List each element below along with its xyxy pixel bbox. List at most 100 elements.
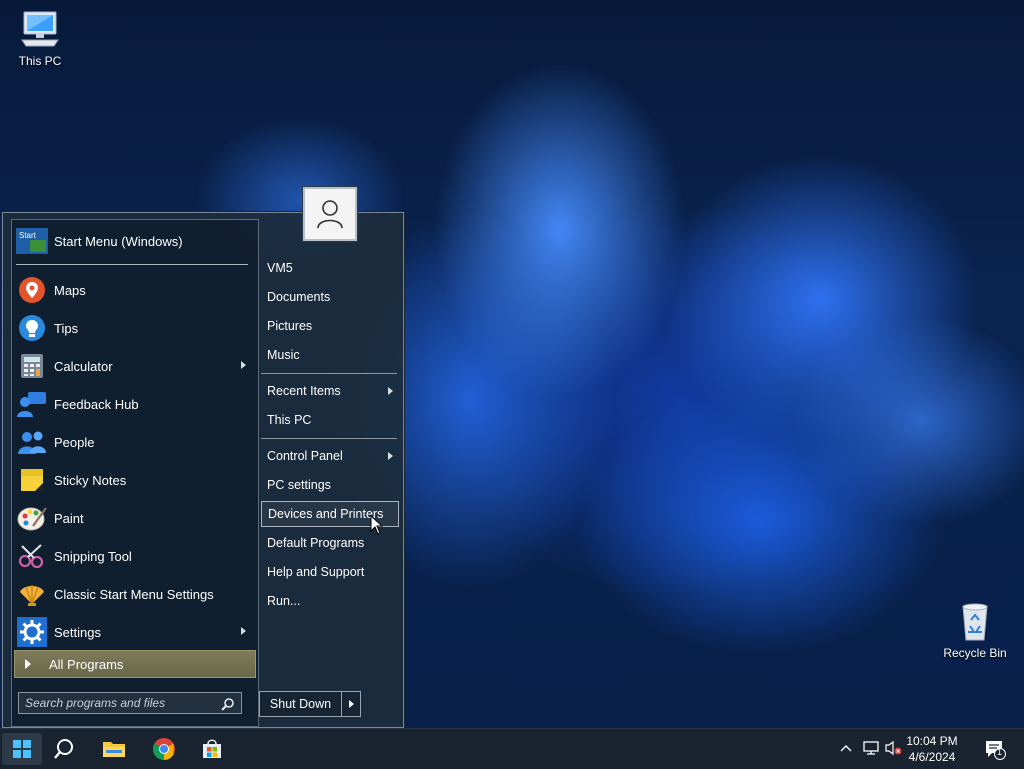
taskbar-file-explorer[interactable] — [94, 733, 134, 765]
app-item-label: Maps — [54, 282, 86, 298]
right-item-music[interactable]: Music — [261, 342, 399, 368]
recycle-bin-icon — [962, 603, 988, 641]
maps-icon — [16, 274, 48, 306]
app-item-classic-start-menu-settings[interactable]: Classic Start Menu Settings — [16, 576, 252, 612]
snipping-tool-icon — [16, 540, 48, 572]
feedback-hub-icon — [16, 388, 48, 420]
right-item-run[interactable]: Run... — [261, 588, 399, 614]
separator — [261, 373, 397, 374]
chevron-right-icon — [241, 361, 246, 369]
user-icon — [317, 200, 343, 229]
search-input[interactable]: Search programs and files — [18, 692, 242, 714]
app-item-label: Classic Start Menu Settings — [54, 586, 214, 602]
right-item-control-panel[interactable]: Control Panel — [261, 443, 399, 469]
clock-date: 4/6/2024 — [908, 750, 956, 764]
right-item-label: VM5 — [267, 261, 293, 275]
taskbar-chrome[interactable] — [144, 733, 184, 765]
right-item-label: Music — [267, 348, 300, 362]
taskbar-store[interactable] — [192, 733, 232, 765]
taskbar: 10:04 PM 4/6/2024 1 — [0, 728, 1024, 769]
notification-center-button[interactable]: 1 — [984, 738, 1006, 763]
clock-time: 10:04 PM — [906, 734, 958, 748]
app-item-label: Tips — [54, 320, 79, 336]
app-item-label: Paint — [54, 510, 84, 526]
desktop-icon-label: Recycle Bin — [943, 646, 1007, 660]
shell-icon — [16, 578, 48, 610]
user-avatar[interactable] — [303, 187, 357, 241]
start-menu: Start Start Menu (Windows) Maps Tips Calcu… — [2, 187, 404, 728]
right-item-label: Run... — [267, 594, 301, 608]
right-item-pc-settings[interactable]: PC settings — [261, 472, 399, 498]
all-programs-button[interactable]: All Programs — [14, 650, 256, 678]
right-item-label: Default Programs — [267, 536, 365, 550]
right-item-pictures[interactable]: Pictures — [261, 313, 399, 339]
app-item-maps[interactable]: Maps — [16, 272, 252, 308]
right-item-label: This PC — [267, 413, 312, 427]
network-icon[interactable] — [862, 740, 880, 756]
notification-icon — [986, 741, 1006, 760]
start-menu-left-pane: Start Start Menu (Windows) Maps Tips Calcu… — [11, 219, 259, 727]
tips-icon — [16, 312, 48, 344]
system-tray: 10:04 PM 4/6/2024 1 — [824, 729, 1024, 769]
clock[interactable]: 10:04 PM 4/6/2024 — [902, 733, 962, 765]
shutdown-button[interactable]: Shut Down — [259, 691, 361, 717]
app-item-calculator[interactable]: Calculator — [16, 348, 252, 384]
app-item-sticky-notes[interactable]: Sticky Notes — [16, 462, 252, 498]
app-item-feedback-hub[interactable]: Feedback Hub — [16, 386, 252, 422]
app-item-label: Feedback Hub — [54, 396, 139, 412]
notification-count: 1 — [997, 747, 1003, 757]
right-item-label: Control Panel — [267, 449, 343, 463]
right-item-documents[interactable]: Documents — [261, 284, 399, 310]
app-item-settings[interactable]: Settings — [16, 614, 252, 650]
chevron-up-icon[interactable] — [840, 743, 852, 753]
right-item-help-and-support[interactable]: Help and Support — [261, 559, 399, 585]
right-item-label: PC settings — [267, 478, 331, 492]
chevron-right-icon — [241, 627, 246, 635]
mouse-cursor — [370, 515, 384, 535]
start-menu-windows-label: Start Menu (Windows) — [54, 233, 183, 249]
search-placeholder: Search programs and files — [25, 696, 166, 710]
chevron-right-icon — [388, 387, 393, 395]
calculator-icon — [16, 350, 48, 382]
right-item-label: Help and Support — [267, 565, 365, 579]
app-item-snipping-tool[interactable]: Snipping Tool — [16, 538, 252, 574]
separator — [261, 438, 397, 439]
app-item-label: Sticky Notes — [54, 472, 127, 488]
desktop-icon-recycle-bin[interactable]: Recycle Bin — [935, 602, 1015, 660]
people-icon — [16, 426, 48, 458]
app-item-label: Snipping Tool — [54, 548, 132, 564]
shutdown-label: Shut Down — [260, 692, 342, 716]
desktop-icon-label: This PC — [18, 54, 62, 68]
start-button[interactable] — [2, 733, 42, 765]
search-icon — [54, 739, 73, 759]
store-icon — [203, 739, 221, 758]
right-item-this-pc[interactable]: This PC — [261, 407, 399, 433]
computer-icon — [21, 11, 59, 47]
desktop-icon-this-pc[interactable]: This PC — [0, 10, 80, 68]
paint-icon — [16, 502, 48, 534]
app-item-tips[interactable]: Tips — [16, 310, 252, 346]
app-item-label: People — [54, 434, 95, 450]
windows-start-icon — [13, 740, 31, 758]
chevron-right-icon — [348, 700, 354, 708]
chevron-right-icon — [388, 452, 393, 460]
triangle-right-icon — [25, 659, 31, 669]
chrome-icon — [153, 738, 175, 760]
file-explorer-icon — [103, 742, 125, 757]
volume-muted-icon[interactable] — [884, 740, 902, 756]
shutdown-options-button[interactable] — [342, 692, 360, 716]
gear-icon — [16, 616, 48, 648]
right-item-vm5[interactable]: VM5 — [261, 255, 399, 281]
svg-text:Start: Start — [19, 231, 37, 240]
search-icon — [221, 698, 234, 711]
right-item-recent-items[interactable]: Recent Items — [261, 378, 399, 404]
right-item-label: Devices and Printers — [268, 507, 384, 521]
right-item-label: Recent Items — [267, 384, 341, 398]
taskbar-search-button[interactable] — [44, 733, 84, 765]
right-item-label: Documents — [267, 290, 331, 304]
right-item-label: Pictures — [267, 319, 313, 333]
app-item-paint[interactable]: Paint — [16, 500, 252, 536]
start-menu-badge-icon: Start — [16, 228, 48, 254]
app-item-people[interactable]: People — [16, 424, 252, 460]
start-menu-windows-item[interactable]: Start Start Menu (Windows) — [16, 226, 252, 256]
